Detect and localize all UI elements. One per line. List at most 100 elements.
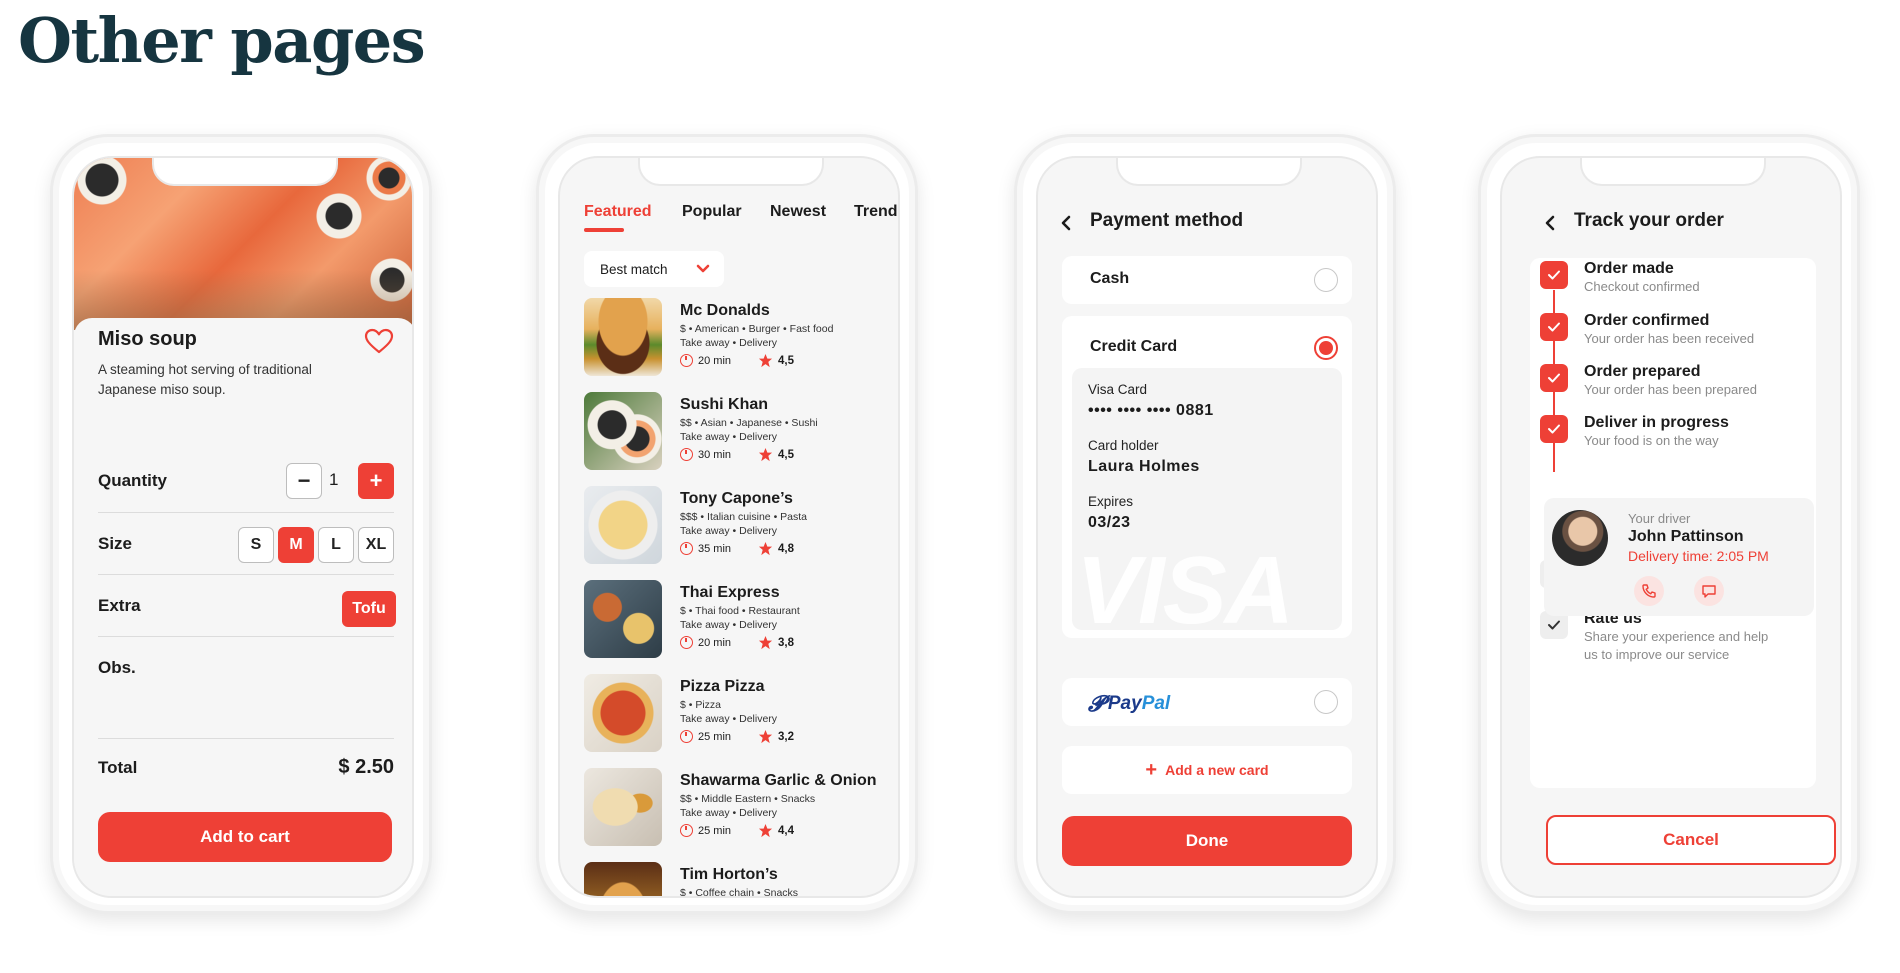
step-check-icon	[1540, 364, 1568, 392]
clock-icon	[680, 542, 693, 555]
delivery-time: 35 min	[680, 542, 731, 555]
delivery-time: 25 min	[680, 824, 731, 837]
credit-card-radio[interactable]	[1314, 336, 1338, 360]
restaurant-service: Take away • Delivery	[680, 807, 778, 819]
add-to-cart-button[interactable]: Add to cart	[98, 812, 392, 862]
step-check-icon	[1540, 313, 1568, 341]
quantity-decrease-button[interactable]: −	[286, 463, 322, 499]
back-arrow-icon[interactable]	[1544, 215, 1556, 231]
restaurant-item[interactable]: Tony Capone’s $$$ • Italian cuisine • Pas…	[584, 486, 894, 580]
cash-label: Cash	[1090, 270, 1130, 287]
phone-restaurant-list: Featured Popular Newest Trending Best ma…	[536, 134, 918, 914]
restaurant-thumbnail	[584, 674, 662, 752]
rating-value: 3,2	[778, 730, 794, 743]
visa-logo: VISA	[1076, 537, 1294, 630]
card-number: •••• •••• •••• 0881	[1088, 402, 1214, 419]
step-title: Order prepared	[1584, 363, 1701, 380]
obs-label: Obs.	[98, 658, 136, 677]
screen-title: Track your order	[1574, 210, 1724, 231]
delivery-time: 20 min	[680, 636, 731, 649]
chat-icon	[1702, 585, 1716, 598]
rating-value: 4,5	[778, 354, 794, 367]
restaurant-service: Take away • Delivery	[680, 431, 778, 443]
card-details: Visa Card •••• •••• •••• 0881 Card holde…	[1072, 368, 1342, 630]
paypal-pay-text: Pay	[1107, 693, 1142, 714]
product-description: A steaming hot serving of traditional Ja…	[98, 362, 312, 397]
add-new-card-button[interactable]: + Add a new card	[1062, 746, 1352, 794]
delivery-time-value: 30 min	[698, 448, 732, 461]
restaurant-list: Mc Donalds $ • American • Burger • Fast f…	[584, 298, 894, 896]
step-title: Deliver in progress	[1584, 414, 1729, 431]
size-option-xl[interactable]: XL	[358, 527, 394, 563]
size-option-m[interactable]: M	[278, 527, 314, 563]
extra-option-tofu[interactable]: Tofu	[342, 591, 396, 627]
check-icon	[1548, 373, 1560, 383]
back-arrow-icon[interactable]	[1060, 215, 1072, 231]
rating-value: 4,8	[778, 542, 794, 555]
tab-featured[interactable]: Featured	[584, 203, 652, 221]
delivery-time-value: 20 min	[698, 354, 732, 367]
phone-notch	[152, 158, 338, 186]
divider	[98, 512, 394, 513]
tab-newest[interactable]: Newest	[770, 203, 826, 221]
quantity-increase-button[interactable]: +	[358, 463, 394, 499]
restaurant-thumbnail	[584, 392, 662, 470]
active-tab-indicator	[584, 228, 624, 232]
rating-value: 4,4	[778, 824, 794, 837]
payment-option-cash[interactable]: Cash	[1062, 256, 1352, 304]
paypal-radio[interactable]	[1314, 690, 1338, 714]
paypal-logo: 𝓟 PayPal	[1088, 691, 1170, 717]
star-icon	[758, 447, 773, 462]
size-option-l[interactable]: L	[318, 527, 354, 563]
restaurant-name: Thai Express	[680, 584, 780, 601]
page-title: Other pages	[18, 4, 426, 77]
restaurant-item[interactable]: Shawarma Garlic & Onion $$ • Middle Easte…	[584, 768, 894, 862]
star-icon	[758, 541, 773, 556]
step-subtitle: Checkout confirmed	[1584, 279, 1700, 294]
restaurant-rating: 4,4	[758, 823, 794, 838]
size-option-s[interactable]: S	[238, 527, 274, 563]
restaurant-item[interactable]: Pizza Pizza $ • Pizza Take away • Delivery…	[584, 674, 894, 768]
restaurant-rating: 4,8	[758, 541, 794, 556]
restaurant-name: Tony Capone’s	[680, 490, 793, 507]
extra-label: Extra	[98, 596, 141, 615]
restaurant-name: Shawarma Garlic & Onion	[680, 772, 877, 789]
restaurants-screen: Featured Popular Newest Trending Best ma…	[558, 156, 900, 898]
clock-icon	[680, 636, 693, 649]
restaurant-rating: 4,5	[758, 447, 794, 462]
heart-icon[interactable]	[364, 328, 394, 354]
restaurant-tags: $$ • Middle Eastern • Snacks	[680, 793, 816, 805]
card-holder-label: Card holder	[1088, 438, 1159, 453]
credit-card-label: Credit Card	[1090, 338, 1178, 355]
driver-avatar	[1552, 510, 1608, 566]
cash-radio[interactable]	[1314, 268, 1338, 292]
done-button[interactable]: Done	[1062, 816, 1352, 866]
restaurant-item[interactable]: Tim Horton’s $ • Coffee chain • Snacks	[584, 862, 894, 896]
clock-icon	[680, 354, 693, 367]
sort-dropdown[interactable]: Best match	[584, 251, 724, 287]
check-icon	[1548, 322, 1560, 332]
step-subtitle: Your order has been received	[1584, 331, 1755, 346]
cancel-order-button[interactable]: Cancel	[1546, 815, 1836, 865]
driver-name: John Pattinson	[1628, 528, 1744, 545]
plus-icon: +	[1145, 759, 1158, 781]
tab-popular[interactable]: Popular	[682, 203, 742, 221]
message-driver-button[interactable]	[1694, 576, 1724, 606]
card-holder-name: Laura Holmes	[1088, 458, 1200, 475]
restaurant-tags: $$ • Asian • Japanese • Sushi	[680, 417, 818, 429]
rating-value: 3,8	[778, 636, 794, 649]
tracking-screen: Track your order Order made Checkout conf…	[1500, 156, 1842, 898]
restaurant-item[interactable]: Sushi Khan $$ • Asian • Japanese • Sushi T…	[584, 392, 894, 486]
restaurant-item[interactable]: Mc Donalds $ • American • Burger • Fast f…	[584, 298, 894, 392]
restaurant-item[interactable]: Thai Express $ • Thai food • Restaurant Ta…	[584, 580, 894, 674]
phone-notch	[1116, 158, 1302, 186]
step-subtitle: Share your experience and help us to imp…	[1584, 629, 1769, 662]
tab-trending[interactable]: Trending	[854, 203, 898, 221]
payment-option-paypal[interactable]: 𝓟 PayPal	[1062, 678, 1352, 726]
phone-notch	[1580, 158, 1766, 186]
screen-title: Payment method	[1090, 210, 1244, 231]
restaurant-rating: 3,8	[758, 635, 794, 650]
call-driver-button[interactable]	[1634, 576, 1664, 606]
sort-value: Best match	[600, 261, 668, 277]
restaurant-name: Pizza Pizza	[680, 678, 765, 695]
